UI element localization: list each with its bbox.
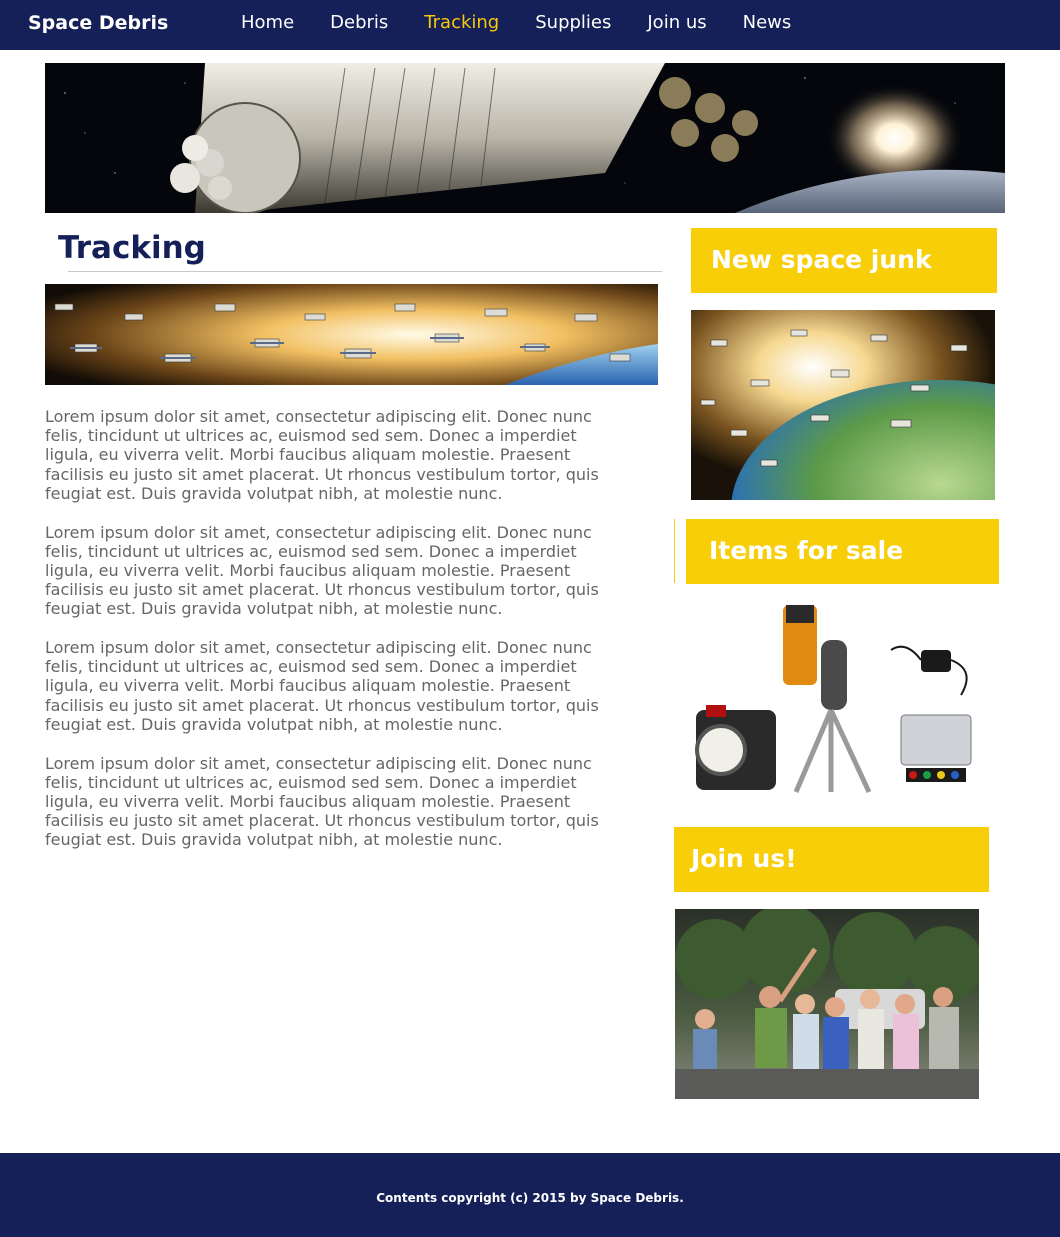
- brand-link[interactable]: Space Debris: [28, 12, 168, 34]
- join-us-heading[interactable]: Join us!: [674, 827, 989, 892]
- footer-copyright: Contents copyright (c) 2015 by Space Deb…: [376, 1191, 684, 1205]
- nav-link-news[interactable]: News: [743, 12, 792, 33]
- page-title: Tracking: [58, 230, 206, 266]
- top-navigation-bar: Space Debris Home Debris Tracking Suppli…: [0, 0, 1060, 50]
- nav-link-supplies[interactable]: Supplies: [535, 12, 611, 33]
- body-text: Lorem ipsum dolor sit amet, consectetur …: [45, 407, 610, 869]
- new-space-junk-heading[interactable]: New space junk: [691, 228, 997, 293]
- nav-link-tracking[interactable]: Tracking: [424, 12, 499, 33]
- nav-link-debris[interactable]: Debris: [330, 12, 388, 33]
- items-for-sale-image: [691, 600, 981, 795]
- paragraph: Lorem ipsum dolor sit amet, consectetur …: [45, 638, 599, 734]
- stargazing-group-image: [675, 909, 979, 1099]
- title-divider: [68, 271, 662, 272]
- paragraph: Lorem ipsum dolor sit amet, consectetur …: [45, 753, 599, 850]
- items-for-sale-heading[interactable]: Items for sale: [686, 519, 999, 584]
- nav-links: Home Debris Tracking Supplies Join us Ne…: [241, 12, 827, 33]
- nav-link-join-us[interactable]: Join us: [647, 12, 706, 33]
- paragraph: Lorem ipsum dolor sit amet, consectetur …: [45, 407, 599, 503]
- sidebar-separator: [674, 519, 675, 583]
- earth-debris-image: [691, 310, 995, 500]
- debris-field-image: [45, 284, 658, 385]
- hero-banner-image: [45, 63, 1005, 213]
- nav-link-home[interactable]: Home: [241, 12, 294, 33]
- paragraph: Lorem ipsum dolor sit amet, consectetur …: [45, 522, 599, 619]
